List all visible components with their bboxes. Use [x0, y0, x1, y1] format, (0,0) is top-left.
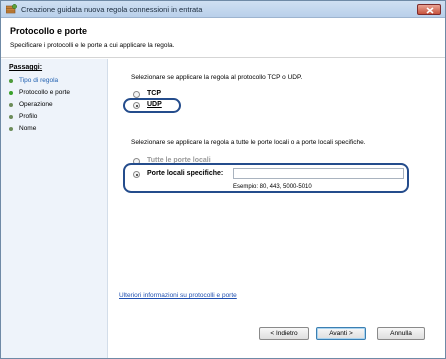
- wizard-content: Selezionare se applicare la regola al pr…: [109, 59, 445, 358]
- window-title: Creazione guidata nuova regola connessio…: [21, 5, 203, 14]
- sidebar-item-label: Profilo: [19, 113, 38, 120]
- step-dot-icon: [9, 91, 13, 95]
- step-dot-icon: [9, 115, 13, 119]
- sidebar-item-label: Nome: [19, 125, 37, 132]
- tcp-label[interactable]: TCP: [147, 90, 161, 97]
- sidebar-item-nome[interactable]: Nome: [9, 124, 104, 134]
- protocol-question: Selezionare se applicare la regola al pr…: [131, 74, 303, 81]
- ports-question: Selezionare se applicare la regola a tut…: [131, 139, 366, 146]
- next-button[interactable]: Avanti >: [316, 327, 366, 340]
- wizard-header: Protocollo e porte Specificare i protoco…: [1, 18, 445, 58]
- close-button[interactable]: [417, 4, 441, 15]
- sidebar-item-operazione[interactable]: Operazione: [9, 100, 104, 110]
- steps-heading: Passaggi:: [9, 64, 43, 71]
- udp-label-text: UDP: [147, 101, 162, 108]
- specific-ports-input[interactable]: [233, 168, 404, 179]
- page-description: Specificare i protocolli e le porte a cu…: [10, 42, 175, 49]
- steps-sidebar: Passaggi: Tipo di regola Protocollo e po…: [1, 59, 108, 358]
- tcp-radio[interactable]: [133, 91, 140, 98]
- udp-radio[interactable]: [133, 102, 140, 109]
- sidebar-item-tipo-di-regola[interactable]: Tipo di regola: [9, 76, 104, 86]
- close-icon: [426, 7, 434, 14]
- firewall-icon: [6, 4, 17, 14]
- sidebar-item-protocollo-e-porte[interactable]: Protocollo e porte: [9, 88, 104, 98]
- back-button[interactable]: < Indietro: [259, 327, 309, 340]
- help-link[interactable]: Ulteriori informazioni su protocolli e p…: [119, 292, 237, 299]
- specific-ports-label[interactable]: Porte locali specifiche:: [147, 170, 223, 177]
- udp-label[interactable]: UDP: [147, 101, 162, 108]
- specific-ports-radio[interactable]: [133, 171, 140, 178]
- sidebar-item-label: Tipo di regola: [19, 77, 59, 84]
- sidebar-item-label: Operazione: [19, 101, 53, 108]
- step-dot-icon: [9, 103, 13, 107]
- sidebar-item-profilo[interactable]: Profilo: [9, 112, 104, 122]
- ports-example: Esempio: 80, 443, 5000-5010: [233, 184, 312, 190]
- step-dot-icon: [9, 79, 13, 83]
- cancel-button[interactable]: Annulla: [377, 327, 425, 340]
- sidebar-item-label: Protocollo e porte: [19, 89, 70, 96]
- wizard-window: Creazione guidata nuova regola connessio…: [0, 0, 446, 359]
- page-title: Protocollo e porte: [10, 26, 88, 36]
- title-bar[interactable]: Creazione guidata nuova regola connessio…: [1, 1, 445, 18]
- step-dot-icon: [9, 127, 13, 131]
